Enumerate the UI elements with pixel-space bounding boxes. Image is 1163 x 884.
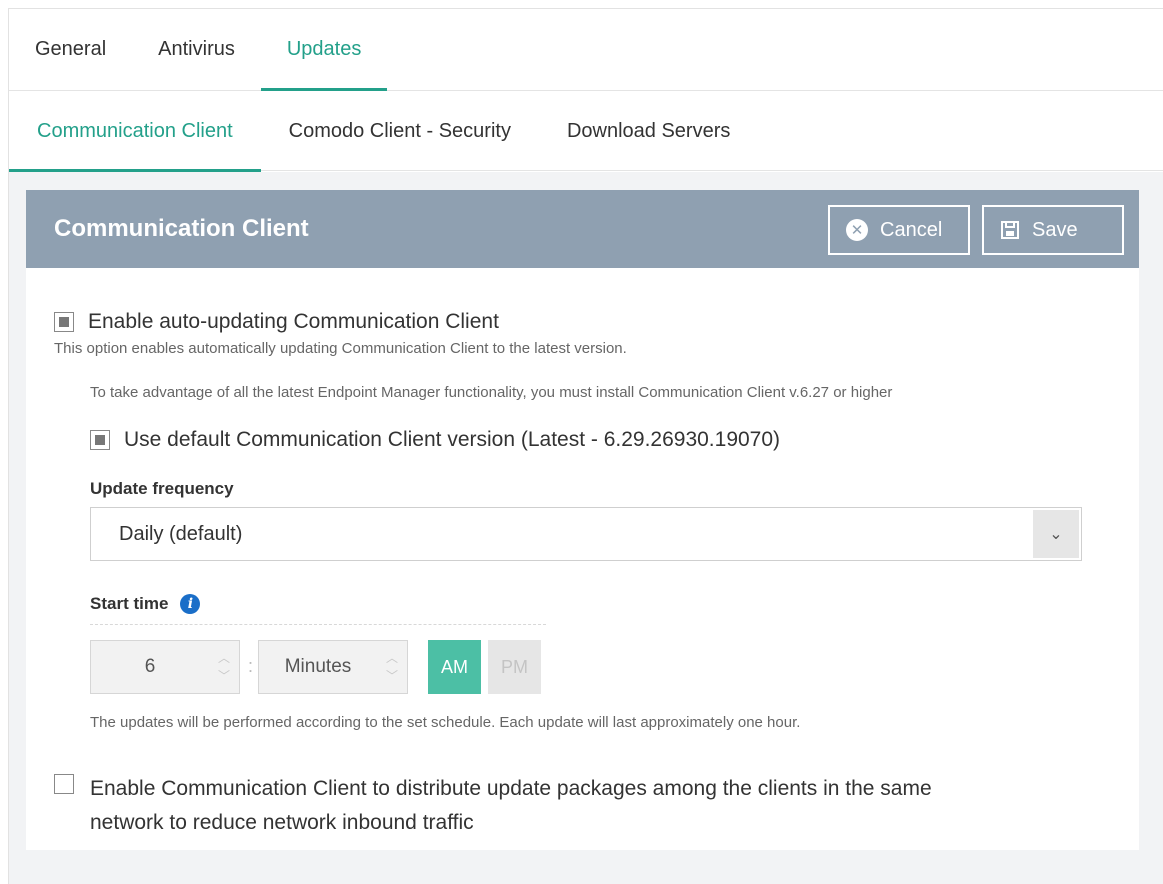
sub-tab-bar: Communication Client Comodo Client - Sec… <box>9 91 1163 172</box>
cancel-button-label: Cancel <box>880 218 943 241</box>
distribute-label: Enable Communication Client to distribut… <box>90 772 932 840</box>
distribute-label-line2: network to reduce network inbound traffi… <box>90 811 474 834</box>
chevron-down-icon[interactable]: ﹀ <box>218 667 230 685</box>
distribute-label-line1: Enable Communication Client to distribut… <box>90 777 932 800</box>
chevron-down-icon[interactable]: ﹀ <box>386 667 398 685</box>
top-tab-bar: General Antivirus Updates <box>9 9 1163 91</box>
update-frequency-value: Daily (default) <box>119 522 243 545</box>
am-button[interactable]: AM <box>428 640 481 694</box>
update-frequency-label: Update frequency <box>90 479 234 498</box>
hour-stepper[interactable]: 6 ︿ ﹀ <box>90 640 240 694</box>
divider <box>90 624 546 625</box>
cancel-button[interactable]: ✕ Cancel <box>828 205 970 255</box>
schedule-note: The updates will be performed according … <box>90 714 801 731</box>
auto-update-label: Enable auto-updating Communication Clien… <box>88 310 499 333</box>
tab-general[interactable]: General <box>9 8 132 90</box>
save-button[interactable]: Save <box>982 205 1124 255</box>
version-requirement-note: To take advantage of all the latest Endp… <box>90 384 893 401</box>
subtab-download-servers[interactable]: Download Servers <box>539 91 758 171</box>
communication-client-panel: Communication Client ✕ Cancel Save Enabl… <box>26 190 1139 850</box>
default-version-label: Use default Communication Client version… <box>124 428 781 451</box>
panel-header: Communication Client ✕ Cancel Save <box>26 190 1139 268</box>
minutes-stepper[interactable]: Minutes ︿ ﹀ <box>258 640 408 694</box>
auto-update-description: This option enables automatically updati… <box>54 340 627 357</box>
hour-spin-arrows[interactable]: ︿ ﹀ <box>209 641 239 693</box>
start-time-row: Start time i <box>90 594 201 614</box>
update-frequency-select[interactable]: Daily (default) ⌄ <box>90 507 1082 561</box>
default-version-checkbox[interactable] <box>90 430 110 450</box>
distribute-checkbox[interactable] <box>54 774 74 794</box>
distribute-row: Enable Communication Client to distribut… <box>54 772 932 840</box>
subtab-communication-client[interactable]: Communication Client <box>9 91 261 172</box>
default-version-row: Use default Communication Client version… <box>90 428 780 452</box>
floppy-disk-icon <box>1000 220 1020 240</box>
start-time-label: Start time <box>90 594 169 613</box>
tab-antivirus[interactable]: Antivirus <box>132 8 261 90</box>
pm-button[interactable]: PM <box>488 640 541 694</box>
subtab-comodo-client-security[interactable]: Comodo Client - Security <box>261 91 539 171</box>
chevron-up-icon[interactable]: ︿ <box>218 649 230 667</box>
info-icon[interactable]: i <box>180 594 201 614</box>
tab-updates[interactable]: Updates <box>260 8 388 91</box>
time-separator: : <box>248 656 254 676</box>
cancel-circle-icon: ✕ <box>846 219 868 241</box>
save-button-label: Save <box>1032 218 1078 241</box>
chevron-down-icon[interactable]: ⌄ <box>1033 510 1079 558</box>
auto-update-checkbox[interactable] <box>54 312 74 332</box>
panel-title: Communication Client <box>54 215 309 242</box>
auto-update-row: Enable auto-updating Communication Clien… <box>54 310 499 334</box>
hour-value: 6 <box>144 656 156 677</box>
chevron-up-icon[interactable]: ︿ <box>386 649 398 667</box>
minutes-placeholder: Minutes <box>284 656 352 677</box>
minutes-spin-arrows[interactable]: ︿ ﹀ <box>377 641 407 693</box>
